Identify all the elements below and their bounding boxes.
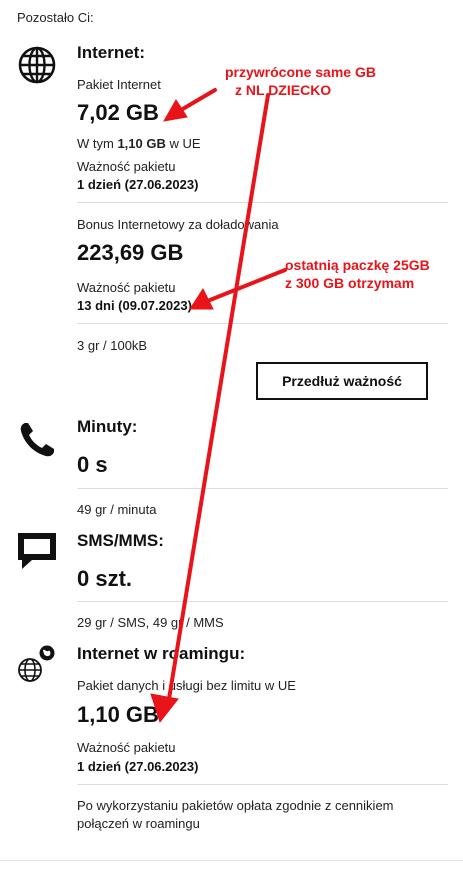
annotation-arrowhead <box>150 693 179 724</box>
annotation-arrow <box>179 88 217 112</box>
annotation-arrow <box>208 268 287 302</box>
annotation-arrow <box>166 93 270 707</box>
annotation-arrows <box>150 88 287 724</box>
